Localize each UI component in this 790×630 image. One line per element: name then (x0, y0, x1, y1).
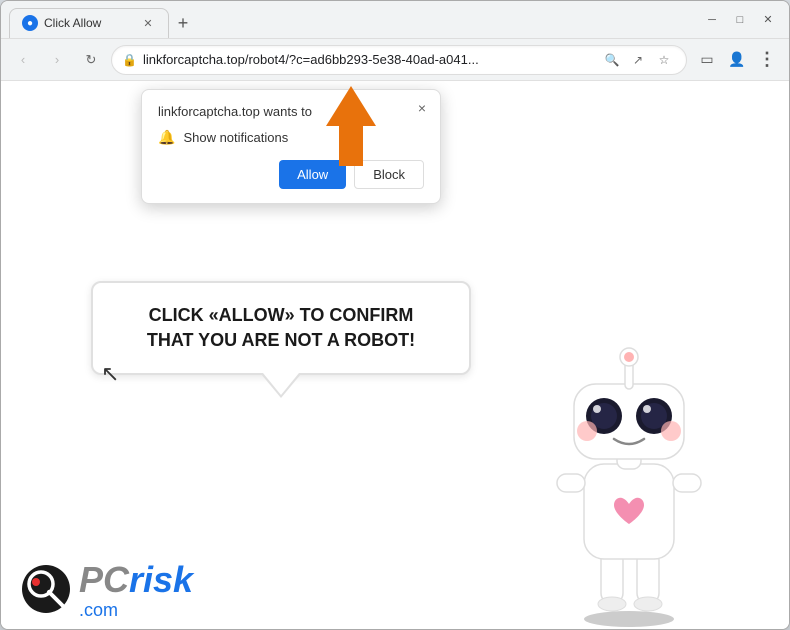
window-controls: ─ □ ✕ (699, 7, 781, 33)
tab-favicon: ● (22, 15, 38, 31)
pcrisk-com-text: .com (79, 601, 193, 619)
forward-button[interactable]: › (43, 46, 71, 74)
lock-icon: 🔒 (122, 53, 137, 67)
popup-notification-text: Show notifications (183, 130, 288, 145)
popup-title: linkforcaptcha.top wants to (158, 104, 424, 119)
popup-buttons: Allow Block (158, 160, 424, 189)
url-actions: 🔍 ↗ ☆ (600, 48, 676, 72)
browser-window: ● Click Allow ✕ + ─ □ ✕ ‹ › (0, 0, 790, 630)
profile-icon[interactable]: 👤 (723, 46, 751, 74)
page-content: × linkforcaptcha.top wants to 🔔 Show not… (1, 81, 789, 629)
speech-bubble: CLICK «ALLOW» TO CONFIRM THAT YOU ARE NO… (91, 281, 471, 375)
block-button[interactable]: Block (354, 160, 424, 189)
pcrisk-pc-text: PC (79, 559, 129, 600)
url-box[interactable]: 🔒 linkforcaptcha.top/robot4/?c=ad6bb293-… (111, 45, 687, 75)
extension-icon[interactable]: ▭ (693, 46, 721, 74)
notification-popup: × linkforcaptcha.top wants to 🔔 Show not… (141, 89, 441, 204)
tab-close-button[interactable]: ✕ (140, 15, 156, 31)
pcrisk-logo: PCrisk .com (21, 559, 193, 619)
pcrisk-icon (21, 564, 71, 614)
popup-notification-row: 🔔 Show notifications (158, 129, 424, 146)
search-button[interactable]: 🔍 (600, 48, 624, 72)
address-bar: ‹ › ↻ 🔒 linkforcaptcha.top/robot4/?c=ad6… (1, 39, 789, 81)
active-tab[interactable]: ● Click Allow ✕ (9, 8, 169, 38)
speech-text: CLICK «ALLOW» TO CONFIRM THAT YOU ARE NO… (147, 305, 415, 350)
back-button[interactable]: ‹ (9, 46, 37, 74)
pcrisk-risk-text: risk (129, 559, 193, 600)
tab-title: Click Allow (44, 16, 134, 30)
popup-close-button[interactable]: × (412, 98, 432, 118)
bookmark-button[interactable]: ☆ (652, 48, 676, 72)
minimize-button[interactable]: ─ (699, 7, 725, 33)
title-bar: ● Click Allow ✕ + ─ □ ✕ (1, 1, 789, 39)
maximize-button[interactable]: □ (727, 7, 753, 33)
menu-icon[interactable]: ⋮ (753, 46, 781, 74)
robot-image (529, 309, 729, 629)
new-tab-button[interactable]: + (169, 10, 197, 38)
url-text: linkforcaptcha.top/robot4/?c=ad6bb293-5e… (143, 52, 594, 67)
allow-button[interactable]: Allow (279, 160, 346, 189)
pcrisk-text-group: PCrisk .com (79, 559, 193, 619)
bell-icon: 🔔 (158, 129, 175, 146)
refresh-button[interactable]: ↻ (77, 46, 105, 74)
toolbar-icons: ▭ 👤 ⋮ (693, 46, 781, 74)
close-button[interactable]: ✕ (755, 7, 781, 33)
share-button[interactable]: ↗ (626, 48, 650, 72)
